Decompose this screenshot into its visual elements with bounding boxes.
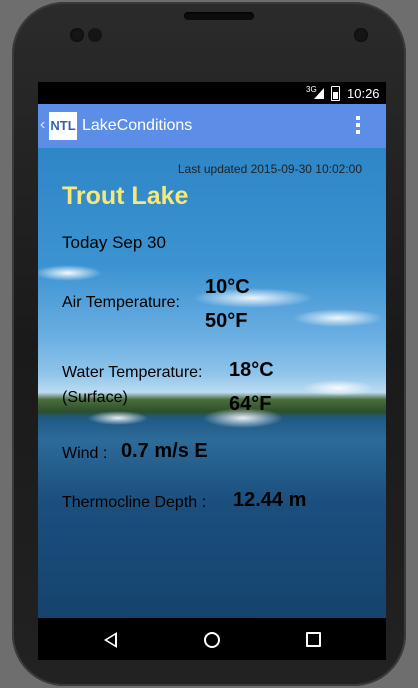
lake-conditions-panel[interactable]: Last updated 2015-09-30 10:02:00 Trout L… bbox=[38, 148, 386, 618]
thermocline-depth-label: Thermocline Depth : bbox=[62, 494, 207, 511]
app-icon[interactable]: NTL bbox=[49, 112, 77, 140]
water-temperature-fahrenheit: 64°F bbox=[229, 393, 272, 415]
today-date: Today Sep 30 bbox=[62, 233, 166, 252]
thermocline-depth-value: 12.44 m bbox=[233, 489, 307, 511]
earpiece-speaker bbox=[184, 12, 254, 20]
last-updated-text: Last updated 2015-09-30 10:02:00 bbox=[177, 162, 362, 176]
front-camera bbox=[88, 28, 102, 42]
front-sensor bbox=[70, 28, 84, 42]
water-temperature-label: Water Temperature: bbox=[62, 364, 203, 381]
battery-icon bbox=[331, 86, 340, 101]
screen: 3G 10:26 ‹ NTL LakeConditions Last updat… bbox=[38, 82, 386, 660]
status-time: 10:26 bbox=[347, 86, 380, 101]
home-circle-icon[interactable] bbox=[204, 632, 220, 648]
more-vert-icon[interactable] bbox=[356, 116, 362, 136]
action-bar: ‹ NTL LakeConditions bbox=[38, 104, 386, 148]
air-temperature-label: Air Temperature: bbox=[62, 294, 180, 311]
up-chevron-icon[interactable]: ‹ bbox=[40, 116, 45, 134]
water-temperature-celsius: 18°C bbox=[229, 359, 274, 381]
back-triangle-icon[interactable] bbox=[104, 632, 117, 648]
water-temperature-sublabel: (Surface) bbox=[62, 389, 128, 406]
app-title: LakeConditions bbox=[82, 117, 193, 134]
navigation-bar bbox=[38, 618, 386, 660]
proximity-sensor bbox=[354, 28, 368, 42]
wind-value: 0.7 m/s E bbox=[121, 440, 208, 462]
air-temperature-celsius: 10°C bbox=[205, 276, 250, 298]
wind-label: Wind : bbox=[62, 445, 108, 462]
air-temperature-fahrenheit: 50°F bbox=[205, 310, 248, 332]
signal-icon bbox=[314, 88, 324, 99]
status-bar: 3G 10:26 bbox=[38, 82, 386, 104]
lake-name: Trout Lake bbox=[62, 182, 189, 210]
recents-square-icon[interactable] bbox=[306, 632, 321, 647]
